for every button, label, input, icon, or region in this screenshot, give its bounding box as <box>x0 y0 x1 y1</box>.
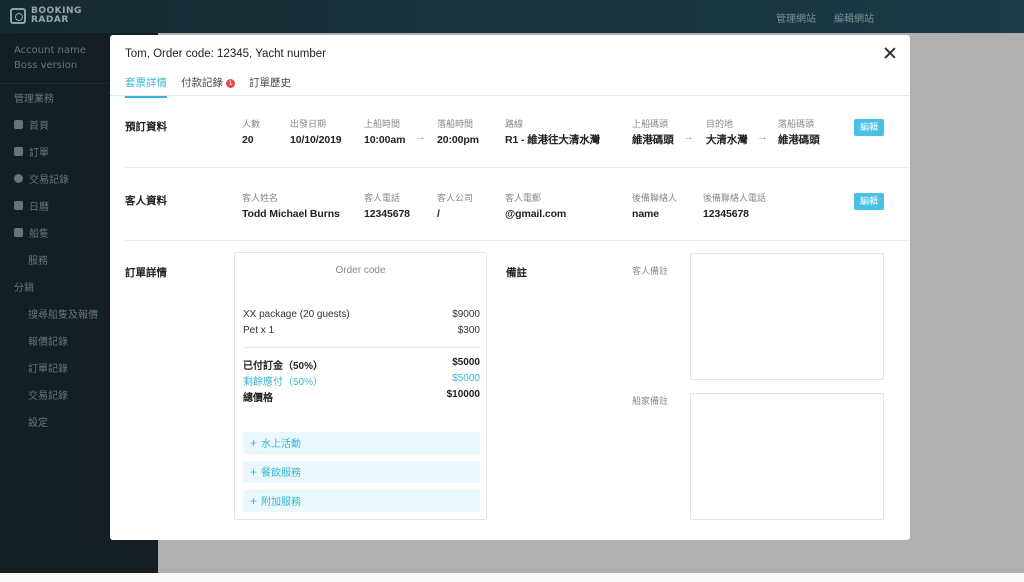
board-pier-field: 上船碼頭 維港碼頭 <box>632 119 674 147</box>
addon-label: 餐飲服務 <box>261 468 302 479</box>
bottom-strip <box>0 573 1024 582</box>
edit-booking-button[interactable]: 編輯 <box>854 119 884 136</box>
order-detail-modal: Tom, Order code: 12345, Yacht number 套票詳… <box>110 35 910 540</box>
field-label: 後備聯絡人 <box>632 193 678 203</box>
addon-label: 水上活動 <box>261 439 302 450</box>
field-value: R1 - 維港往大清水灣 <box>505 134 601 146</box>
field-label: 後備聯絡人電話 <box>703 193 767 203</box>
balance-label: 剩餘應付（50%） <box>243 377 324 388</box>
field-label: 出發日期 <box>290 119 327 129</box>
line-item-amount: $300 <box>457 325 480 336</box>
guest-company-field: 客人公司 / <box>437 193 473 221</box>
guest-name-field: 客人姓名 Todd Michael Burns <box>242 193 340 221</box>
section-divider <box>125 167 910 168</box>
guest-remark-textarea[interactable] <box>690 253 884 380</box>
line-item-label: XX package (20 guests) <box>243 309 350 320</box>
tab-label: 付款記錄 <box>181 77 223 89</box>
field-value: 10:00am <box>364 134 406 146</box>
field-value: Todd Michael Burns <box>242 208 340 220</box>
alight-pier-field: 落船碼頭 維港碼頭 <box>778 119 820 147</box>
destination-field: 目的地 大清水灣 <box>706 119 748 147</box>
plus-icon: + <box>250 494 258 508</box>
deposit-label: 已付訂金（50%） <box>243 361 324 372</box>
field-value: 20:00pm <box>437 134 479 146</box>
field-value: @gmail.com <box>505 208 567 220</box>
add-water-activity-button[interactable]: + 水上活動 <box>243 432 480 454</box>
order-summary-card: Order code XX package (20 guests) $9000 … <box>234 252 487 520</box>
line-item: XX package (20 guests) $9000 <box>243 309 480 320</box>
tabs-divider <box>110 95 910 96</box>
order-section-title: 訂單詳情 <box>125 267 167 279</box>
plus-icon: + <box>250 465 258 479</box>
plus-icon: + <box>250 436 258 450</box>
field-value: 20 <box>242 134 254 146</box>
edit-guest-button[interactable]: 編輯 <box>854 193 884 210</box>
arrow-right-icon: → <box>683 131 694 143</box>
guest-email-field: 客人電郵 @gmail.com <box>505 193 566 221</box>
field-value: 維港碼頭 <box>632 134 674 146</box>
field-label: 落船時間 <box>437 119 474 129</box>
line-item-amount: $9000 <box>452 309 480 320</box>
field-label: 客人姓名 <box>242 193 279 203</box>
field-value: 10/10/2019 <box>290 134 342 146</box>
backup-contact-field: 後備聯絡人 name <box>632 193 677 221</box>
summary-divider <box>243 347 480 348</box>
field-value: 維港碼頭 <box>778 134 820 146</box>
field-value: 12345678 <box>703 208 749 220</box>
arrow-right-icon: → <box>415 131 426 143</box>
line-item-label: Pet x 1 <box>243 325 275 336</box>
field-value: 大清水灣 <box>706 134 748 146</box>
field-label: 人數 <box>242 119 261 129</box>
close-icon[interactable] <box>882 45 898 61</box>
line-item: Pet x 1 $300 <box>243 325 480 336</box>
addon-label: 附加服務 <box>261 497 302 508</box>
balance-amount: $5000 <box>452 373 480 384</box>
field-label: 目的地 <box>706 119 734 129</box>
field-label: 上船碼頭 <box>632 119 669 129</box>
field-label: 客人電話 <box>364 193 401 203</box>
field-value: 12345678 <box>364 208 410 220</box>
tab-label: 套票詳情 <box>125 77 167 89</box>
boat-remark-label: 船家備註 <box>632 396 669 406</box>
booking-section-title: 預訂資料 <box>125 121 167 133</box>
modal-title: Tom, Order code: 12345, Yacht number <box>125 48 326 60</box>
add-extra-service-button[interactable]: + 附加服務 <box>243 490 480 512</box>
guest-phone-field: 客人電話 12345678 <box>364 193 410 221</box>
route-field: 路線 R1 - 維港往大清水灣 <box>505 119 600 147</box>
total-amount: $10000 <box>446 389 480 400</box>
remarks-section-title: 備註 <box>506 267 527 279</box>
balance-row: 剩餘應付（50%） $5000 <box>243 373 480 388</box>
field-label: 客人電郵 <box>505 193 542 203</box>
deposit-row: 已付訂金（50%） $5000 <box>243 357 480 372</box>
guest-remark-label: 客人備註 <box>632 266 669 276</box>
board-time-field: 上船時間 10:00am <box>364 119 405 147</box>
field-value: / <box>437 208 440 220</box>
total-row: 總價格 $10000 <box>243 389 480 404</box>
order-code-label: Order code <box>335 265 386 276</box>
notification-badge: 1 <box>226 79 235 88</box>
tab-label: 訂單歷史 <box>249 77 291 89</box>
deposit-amount: $5000 <box>452 357 480 368</box>
arrow-right-icon: → <box>757 131 768 143</box>
field-label: 客人公司 <box>437 193 474 203</box>
add-catering-button[interactable]: + 餐飲服務 <box>243 461 480 483</box>
field-label: 上船時間 <box>364 119 401 129</box>
boat-remark-textarea[interactable] <box>690 393 884 520</box>
field-value: name <box>632 208 660 220</box>
departure-date-field: 出發日期 10/10/2019 <box>290 119 342 147</box>
alight-time-field: 落船時間 20:00pm <box>437 119 479 147</box>
guests-field: 人數 20 <box>242 119 260 147</box>
section-divider <box>125 240 910 241</box>
field-label: 落船碼頭 <box>778 119 815 129</box>
guest-section-title: 客人資料 <box>125 195 167 207</box>
backup-phone-field: 後備聯絡人電話 12345678 <box>703 193 766 221</box>
total-label: 總價格 <box>243 393 273 404</box>
field-label: 路線 <box>505 119 524 129</box>
